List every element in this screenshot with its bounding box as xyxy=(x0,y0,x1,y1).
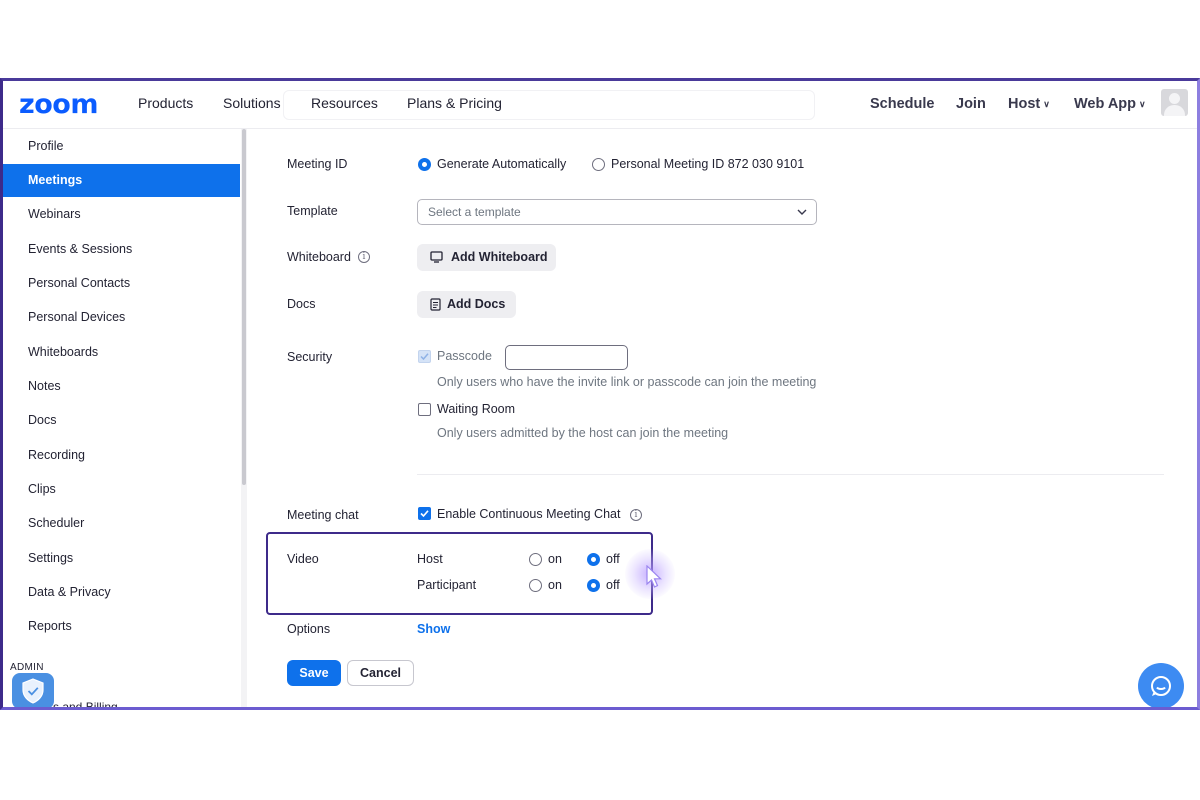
chevron-down-icon xyxy=(797,209,807,215)
add-docs-label: Add Docs xyxy=(447,297,506,311)
sidebar-item-notes[interactable]: Notes xyxy=(3,370,240,403)
shield-check-icon[interactable] xyxy=(12,673,54,707)
sidebar-item-docs[interactable]: Docs xyxy=(3,404,240,437)
sidebar-item-meetings[interactable]: Meetings xyxy=(3,164,240,197)
video-label: Video xyxy=(287,552,319,566)
continuous-chat-label[interactable]: Enable Continuous Meeting Chat xyxy=(437,507,620,521)
host-video-on-radio[interactable] xyxy=(529,553,542,566)
template-select[interactable]: Select a template xyxy=(417,199,817,225)
host-video-off-radio[interactable] xyxy=(587,553,600,566)
nav-web-app-label: Web App xyxy=(1074,96,1137,112)
video-highlight-box xyxy=(266,532,653,615)
zoom-logo[interactable]: zoom xyxy=(19,89,98,120)
sidebar-item-profile[interactable]: Profile xyxy=(3,130,240,163)
scrollbar-thumb[interactable] xyxy=(242,129,246,485)
sidebar-item-settings[interactable]: Settings xyxy=(3,542,240,575)
passcode-input[interactable] xyxy=(505,345,628,370)
nav-products[interactable]: Products xyxy=(138,95,193,111)
sidebar-item-events-sessions[interactable]: Events & Sessions xyxy=(3,233,240,266)
waiting-room-checkbox[interactable] xyxy=(418,403,431,416)
nav-host-label: Host xyxy=(1008,96,1041,112)
security-label: Security xyxy=(287,350,333,364)
passcode-label: Passcode xyxy=(437,349,492,363)
section-divider xyxy=(417,474,1164,475)
nav-host-menu[interactable]: Host ∨ xyxy=(1008,96,1050,112)
sidebar-item-personal-devices[interactable]: Personal Devices xyxy=(3,301,240,334)
waiting-room-label[interactable]: Waiting Room xyxy=(437,402,515,416)
mouse-pointer-icon xyxy=(646,565,663,588)
cancel-button[interactable]: Cancel xyxy=(347,660,414,686)
personal-meeting-id-label[interactable]: Personal Meeting ID 872 030 9101 xyxy=(611,157,804,171)
checkmark-icon xyxy=(420,510,429,518)
waiting-room-hint: Only users admitted by the host can join… xyxy=(437,426,729,440)
meeting-chat-label: Meeting chat xyxy=(287,508,359,522)
passcode-checkbox[interactable] xyxy=(418,350,431,363)
info-icon[interactable]: i xyxy=(358,251,370,263)
chevron-down-icon: ∨ xyxy=(1043,99,1050,109)
radio-personal-meeting-id[interactable] xyxy=(592,158,605,171)
avatar[interactable] xyxy=(1161,89,1188,116)
radio-generate-automatically[interactable] xyxy=(418,158,431,171)
whiteboard-icon xyxy=(430,251,443,263)
participant-label: Participant xyxy=(417,578,477,592)
docs-label: Docs xyxy=(287,297,316,311)
options-label: Options xyxy=(287,622,331,636)
add-docs-button[interactable]: Add Docs xyxy=(417,291,516,318)
avatar-body-shape xyxy=(1164,105,1185,116)
checkmark-icon xyxy=(420,353,429,361)
avatar-head-shape xyxy=(1169,93,1180,104)
nav-web-app-menu[interactable]: Web App ∨ xyxy=(1074,96,1146,112)
nav-schedule[interactable]: Schedule xyxy=(870,96,934,112)
sidebar-item-scheduler[interactable]: Scheduler xyxy=(3,507,240,540)
participant-off-label[interactable]: off xyxy=(606,578,620,592)
chat-support-button[interactable] xyxy=(1138,663,1184,707)
app-frame: zoom Products Solutions Resources Plans … xyxy=(0,78,1200,710)
sidebar-item-data-privacy[interactable]: Data & Privacy xyxy=(3,576,240,609)
whiteboard-label: Whiteboard xyxy=(287,250,351,264)
participant-on-label[interactable]: on xyxy=(548,578,562,592)
participant-video-off-radio[interactable] xyxy=(587,579,600,592)
generate-automatically-label[interactable]: Generate Automatically xyxy=(437,157,566,171)
nav-join[interactable]: Join xyxy=(956,96,986,112)
meeting-form: Meeting ID Generate Automatically Person… xyxy=(247,129,1197,707)
participant-video-on-radio[interactable] xyxy=(529,579,542,592)
sidebar-item-recording[interactable]: Recording xyxy=(3,439,240,472)
continuous-chat-checkbox[interactable] xyxy=(418,507,431,520)
host-off-label[interactable]: off xyxy=(606,552,620,566)
admin-section-label: ADMIN xyxy=(10,662,44,673)
passcode-hint: Only users who have the invite link or p… xyxy=(437,375,817,389)
sidebar-item-reports[interactable]: Reports xyxy=(3,610,240,643)
sidebar-item-whiteboards[interactable]: Whiteboards xyxy=(3,336,240,369)
sidebar-item-billing[interactable]: s and Billing xyxy=(53,700,118,707)
sidebar-item-clips[interactable]: Clips xyxy=(3,473,240,506)
sidebar: Profile Meetings Webinars Events & Sessi… xyxy=(3,129,243,707)
save-button[interactable]: Save xyxy=(287,660,341,686)
nav-solutions[interactable]: Solutions xyxy=(223,95,281,111)
document-icon xyxy=(430,298,441,311)
template-label: Template xyxy=(287,204,338,218)
add-whiteboard-label: Add Whiteboard xyxy=(451,250,548,264)
show-options-link[interactable]: Show xyxy=(417,622,450,636)
host-label: Host xyxy=(417,552,443,566)
chevron-down-icon: ∨ xyxy=(1139,99,1146,109)
sidebar-item-personal-contacts[interactable]: Personal Contacts xyxy=(3,267,240,300)
search-box[interactable] xyxy=(283,90,815,120)
add-whiteboard-button[interactable]: Add Whiteboard xyxy=(417,244,556,271)
chat-bubble-icon xyxy=(1151,676,1171,696)
sidebar-item-webinars[interactable]: Webinars xyxy=(3,198,240,231)
meeting-id-label: Meeting ID xyxy=(287,157,348,171)
host-on-label[interactable]: on xyxy=(548,552,562,566)
top-header: zoom Products Solutions Resources Plans … xyxy=(3,81,1197,129)
info-icon[interactable]: i xyxy=(630,509,642,521)
template-placeholder: Select a template xyxy=(428,205,521,219)
